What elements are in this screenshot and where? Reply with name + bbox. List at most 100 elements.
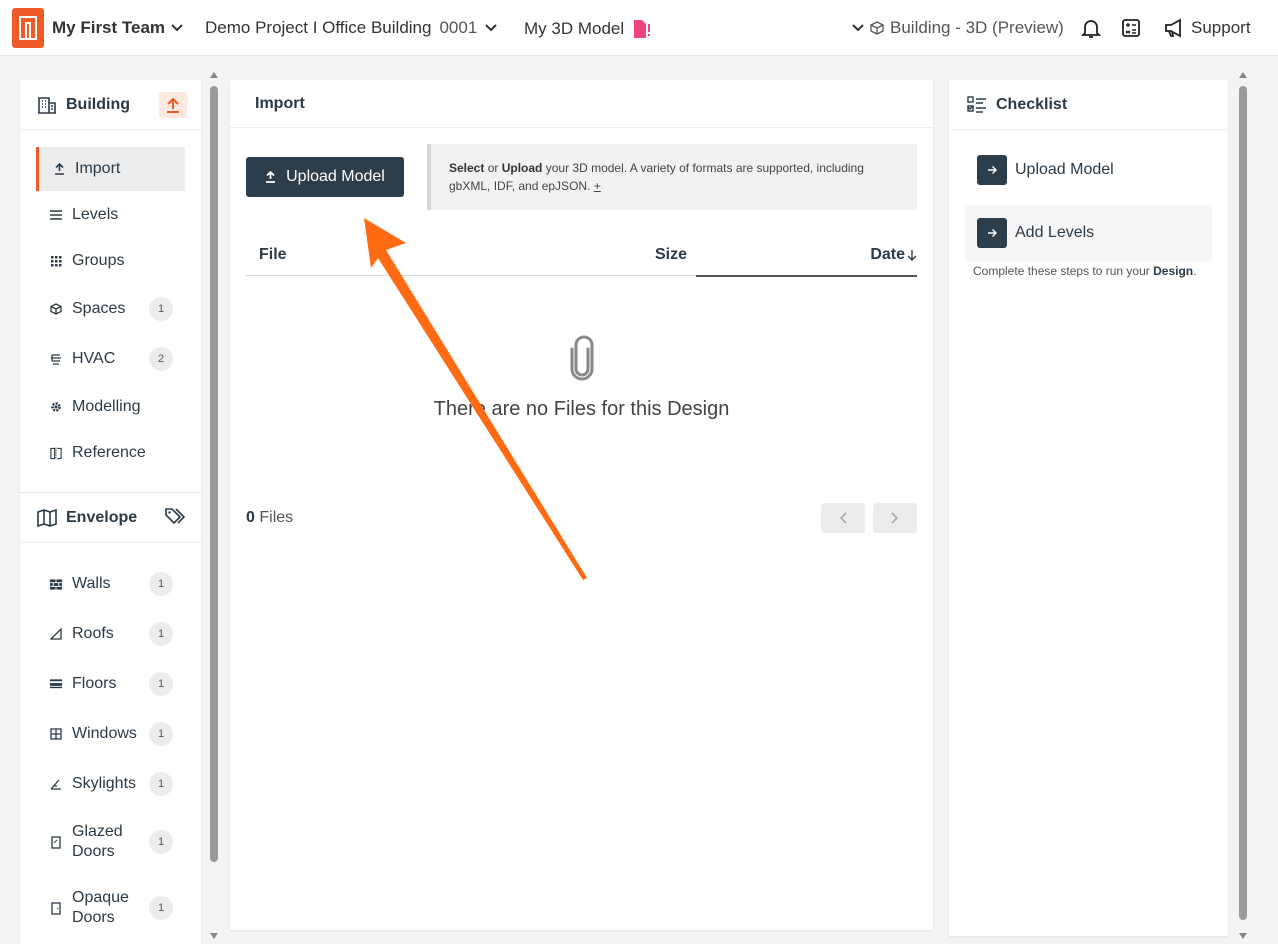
note-design: Design [1153, 264, 1194, 278]
lines-icon [50, 209, 62, 221]
info-upload[interactable]: Upload [502, 161, 543, 175]
envelope-tags-button[interactable] [165, 507, 187, 530]
view-name: Building - 3D (Preview) [890, 18, 1064, 37]
note-prefix: Complete these steps to run your [973, 264, 1150, 278]
page-title: Import [255, 94, 305, 112]
sidebar-item-windows[interactable]: Windows 1 [36, 712, 185, 756]
sidebar-item-glazed-doors[interactable]: Glazed Doors 1 [36, 820, 185, 864]
model-selector[interactable]: My 3D Model [524, 18, 652, 40]
support-label: Support [1191, 18, 1251, 37]
info-more-toggle[interactable]: + [594, 179, 601, 193]
top-bar: My First Team Demo Project I Office Buil… [0, 0, 1278, 56]
checklist-title: Checklist [996, 95, 1068, 113]
sidebar-item-levels[interactable]: Levels [36, 193, 185, 237]
checklist-item-label: Upload Model [1015, 161, 1114, 178]
sidebar-item-modelling[interactable]: Modelling [36, 385, 185, 429]
building-icon [38, 96, 56, 114]
sidebar-scroll-thumb[interactable] [210, 86, 218, 862]
sidebar-item-walls[interactable]: Walls 1 [36, 562, 185, 606]
project-selector[interactable]: Demo Project I Office Building 0001 [205, 18, 498, 38]
tags-icon [165, 508, 186, 525]
empty-state-text: There are no Files for this Design [433, 398, 730, 420]
sidebar-item-reference[interactable]: Reference [36, 431, 185, 475]
info-or: or [487, 161, 499, 175]
sidebar-item-hvac[interactable]: HVAC 2 [36, 337, 185, 381]
count-badge: 1 [149, 622, 173, 646]
sidebar-item-roofs[interactable]: Roofs 1 [36, 612, 185, 656]
upload-icon [266, 171, 276, 183]
opaque-door-icon [50, 901, 62, 915]
page-scroll-thumb[interactable] [1239, 86, 1247, 920]
team-name: My First Team [52, 18, 166, 37]
upload-model-button[interactable]: Upload Model [246, 157, 404, 197]
checklist-item-upload-model[interactable]: Upload Model [965, 142, 1212, 198]
sidebar-item-label: Groups [72, 252, 125, 269]
sidebar-item-label: Reference [72, 444, 146, 461]
sidebar-item-label: Windows [72, 725, 137, 742]
scroll-up-arrow[interactable] [1239, 72, 1247, 78]
column-file[interactable]: File [259, 246, 287, 264]
next-page-button[interactable] [873, 503, 917, 533]
skylight-icon [50, 778, 62, 790]
import-info: Select or Upload your 3D model. A variet… [427, 144, 917, 210]
prev-page-button[interactable] [821, 503, 865, 533]
scroll-up-arrow[interactable] [210, 72, 218, 78]
chevron-down-icon [485, 24, 498, 32]
notifications-button[interactable] [1080, 17, 1102, 44]
sidebar-item-spaces[interactable]: Spaces 1 [36, 287, 185, 331]
sidebar-item-label: Skylights [72, 775, 137, 792]
glazed-door-icon [50, 835, 62, 849]
roof-icon [50, 628, 62, 640]
count-badge: 1 [149, 772, 173, 796]
note-suffix: . [1193, 264, 1197, 278]
sidebar-item-label: HVAC [72, 350, 116, 367]
arrow-down-icon [907, 250, 917, 261]
wall-icon [50, 578, 62, 590]
file-alert-icon [634, 20, 651, 38]
column-date[interactable]: Date [870, 246, 917, 264]
floor-icon [50, 678, 62, 690]
hvac-icon [50, 353, 62, 365]
checklist-icon [967, 95, 986, 113]
arrow-right-icon [977, 218, 1007, 248]
building-upload-button[interactable] [159, 92, 187, 118]
grid-icon [50, 255, 62, 267]
building-panel: Building Import Levels Groups Spaces 1 H… [20, 80, 201, 492]
sidebar-item-label: Import [75, 160, 121, 177]
column-size[interactable]: Size [655, 246, 687, 264]
bell-icon [1080, 20, 1102, 38]
map-icon [37, 508, 57, 527]
import-panel: Import Upload Model Select or Upload you… [230, 80, 933, 930]
app-logo[interactable] [12, 8, 44, 48]
sidebar-item-import[interactable]: Import [36, 147, 185, 191]
chevron-right-icon [891, 512, 899, 524]
megaphone-icon [1165, 18, 1181, 38]
sidebar-item-label: Modelling [72, 398, 141, 415]
view-selector[interactable]: Building - 3D (Preview) [852, 18, 1064, 38]
chevron-down-icon [171, 24, 183, 32]
support-button[interactable]: Support [1163, 18, 1251, 38]
cube-icon [870, 21, 884, 35]
sidebar-item-label: Roofs [72, 625, 114, 642]
cube-icon [50, 303, 62, 315]
building-title: Building [66, 95, 130, 113]
team-selector[interactable]: My First Team [52, 18, 183, 38]
import-header: Import [230, 80, 933, 128]
sidebar-item-skylights[interactable]: Skylights 1 [36, 762, 185, 806]
sidebar-item-floors[interactable]: Floors 1 [36, 662, 185, 706]
sidebar-item-label: Glazed Doors [72, 823, 123, 860]
sidebar-item-label: Opaque Doors [72, 889, 129, 926]
sidebar-item-label: Walls [72, 575, 111, 592]
scroll-down-arrow[interactable] [1239, 933, 1247, 939]
chevron-down-icon [852, 24, 864, 32]
sidebar-item-opaque-doors[interactable]: Opaque Doors 1 [36, 886, 185, 930]
calculator-icon [1122, 19, 1140, 37]
project-name: Demo Project I Office Building [205, 18, 432, 37]
paperclip-icon [568, 335, 596, 386]
sidebar-item-groups[interactable]: Groups [36, 239, 185, 283]
gear-icon [50, 401, 62, 413]
info-select[interactable]: Select [449, 161, 484, 175]
checklist-item-add-levels[interactable]: Add Levels [965, 205, 1212, 261]
scroll-down-arrow[interactable] [210, 933, 218, 939]
calculator-button[interactable] [1120, 17, 1142, 44]
